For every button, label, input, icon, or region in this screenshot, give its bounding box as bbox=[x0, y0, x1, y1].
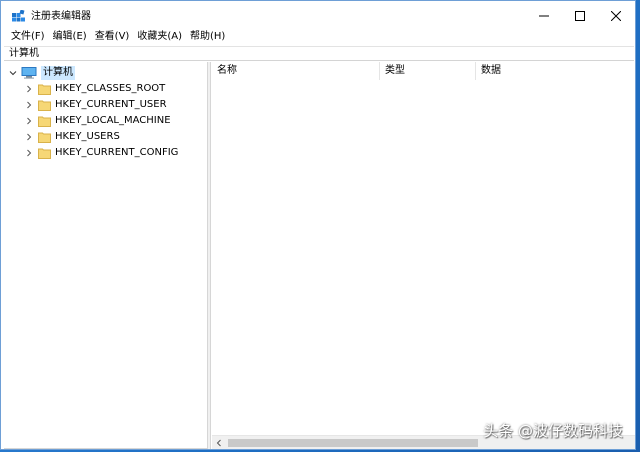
window-title: 注册表编辑器 bbox=[31, 11, 91, 22]
pane-splitter[interactable] bbox=[208, 62, 211, 449]
key-tree: 计算机 HKEY_CLASSES_ROOT HKEY_CURRENT_USER bbox=[4, 62, 208, 449]
computer-icon bbox=[21, 67, 37, 79]
chevron-right-icon[interactable] bbox=[24, 81, 34, 97]
menu-view[interactable]: 查看(V) bbox=[91, 30, 134, 44]
menu-bar: 文件(F) 编辑(E) 查看(V) 收藏夹(A) 帮助(H) bbox=[1, 29, 635, 45]
tree-label: HKEY_CURRENT_USER bbox=[55, 99, 167, 110]
menu-edit[interactable]: 编辑(E) bbox=[49, 30, 91, 44]
address-bar[interactable]: 计算机 bbox=[4, 46, 634, 61]
column-header-name[interactable]: 名称 bbox=[212, 62, 380, 80]
folder-icon bbox=[38, 148, 51, 159]
column-header-type[interactable]: 类型 bbox=[380, 62, 476, 80]
close-icon bbox=[611, 11, 621, 21]
tree-item-hkey-classes-root[interactable]: HKEY_CLASSES_ROOT bbox=[24, 81, 165, 97]
close-button[interactable] bbox=[593, 1, 639, 31]
column-header-data[interactable]: 数据 bbox=[476, 62, 635, 80]
chevron-right-icon[interactable] bbox=[24, 145, 34, 161]
folder-icon bbox=[38, 100, 51, 111]
tree-item-computer[interactable]: 计算机 bbox=[8, 65, 75, 81]
watermark: 头条 @波仔数码科技 bbox=[483, 422, 623, 440]
tree-item-hkey-current-config[interactable]: HKEY_CURRENT_CONFIG bbox=[24, 145, 178, 161]
menu-file[interactable]: 文件(F) bbox=[7, 30, 49, 44]
title-bar[interactable]: 注册表编辑器 bbox=[1, 1, 635, 31]
tree-label: HKEY_USERS bbox=[55, 131, 120, 142]
folder-icon bbox=[38, 84, 51, 95]
scrollbar-thumb[interactable] bbox=[228, 439, 478, 447]
folder-icon bbox=[38, 116, 51, 127]
menu-help[interactable]: 帮助(H) bbox=[186, 30, 229, 44]
maximize-icon bbox=[575, 11, 585, 21]
tree-label: HKEY_CLASSES_ROOT bbox=[55, 83, 166, 94]
menu-favorites[interactable]: 收藏夹(A) bbox=[133, 30, 186, 44]
tree-label: 计算机 bbox=[41, 66, 75, 80]
chevron-right-icon[interactable] bbox=[24, 129, 34, 145]
tree-label: HKEY_CURRENT_CONFIG bbox=[55, 147, 179, 158]
chevron-right-icon[interactable] bbox=[24, 113, 34, 129]
scroll-left-icon[interactable] bbox=[212, 436, 226, 450]
minimize-icon bbox=[539, 15, 549, 17]
chevron-down-icon[interactable] bbox=[8, 65, 18, 81]
chevron-right-icon[interactable] bbox=[24, 97, 34, 113]
tree-label: HKEY_LOCAL_MACHINE bbox=[55, 115, 171, 126]
value-list: 名称 类型 数据 bbox=[212, 62, 635, 449]
tree-item-hkey-current-user[interactable]: HKEY_CURRENT_USER bbox=[24, 97, 167, 113]
folder-icon bbox=[38, 132, 51, 143]
regedit-window: 注册表编辑器 文件(F) 编辑(E) 查看(V) 收藏夹(A) 帮助(H) 计算… bbox=[0, 0, 636, 450]
tree-item-hkey-users[interactable]: HKEY_USERS bbox=[24, 129, 120, 145]
tree-item-hkey-local-machine[interactable]: HKEY_LOCAL_MACHINE bbox=[24, 113, 171, 129]
regedit-icon bbox=[12, 10, 25, 22]
